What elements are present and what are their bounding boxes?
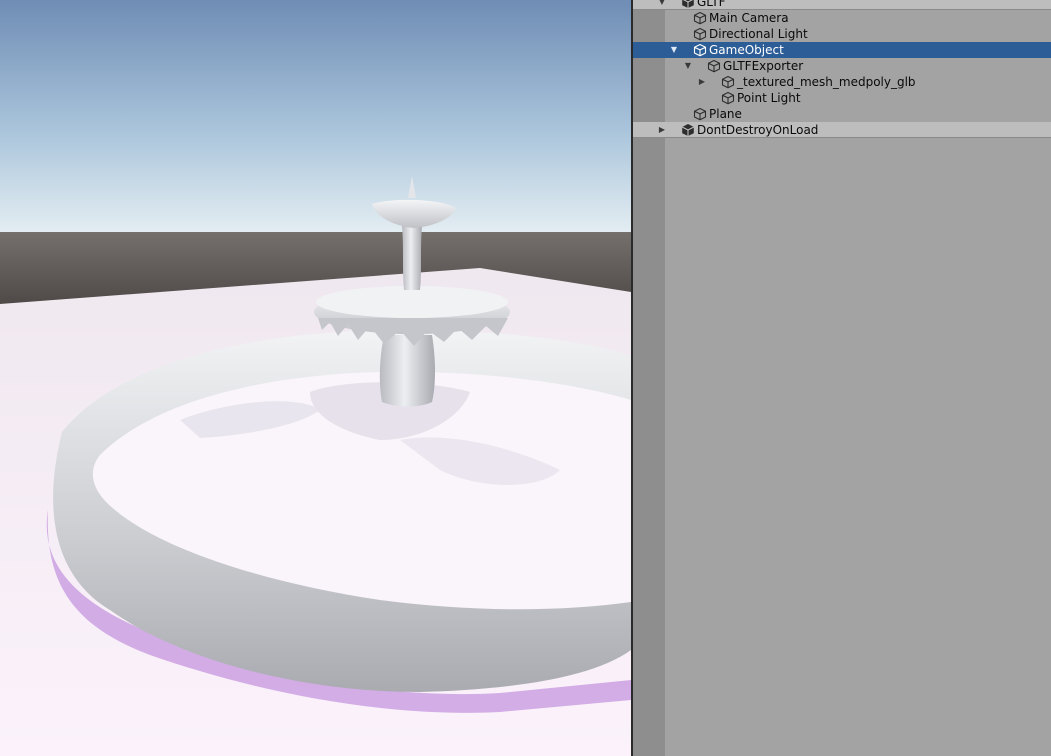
hierarchy-item-label: Directional Light (709, 27, 808, 41)
foldout-expanded-icon[interactable]: ▼ (683, 58, 693, 74)
hierarchy-item-gameobject[interactable]: ▼ GameObject (633, 42, 1051, 58)
hierarchy-item-main-camera[interactable]: Main Camera (633, 10, 1051, 26)
scene-view[interactable] (0, 0, 631, 756)
foldout-expanded-icon[interactable]: ▼ (657, 0, 667, 10)
gameobject-cube-icon (693, 11, 707, 25)
unity-scene-icon (681, 0, 695, 9)
foldout-collapsed-icon[interactable]: ▶ (697, 74, 707, 90)
hierarchy-item-label: GameObject (709, 43, 784, 57)
hierarchy-item-label: Main Camera (709, 11, 789, 25)
scene-render (0, 0, 631, 756)
gameobject-cube-icon (707, 59, 721, 73)
sky (0, 0, 631, 232)
hierarchy-item-label: Plane (709, 107, 742, 121)
hierarchy-item-point-light[interactable]: Point Light (633, 90, 1051, 106)
hierarchy-panel[interactable]: ▼ GLTF Main Camera Directional Light ▼ GameOb… (633, 0, 1051, 756)
foldout-collapsed-icon[interactable]: ▶ (657, 122, 667, 138)
unity-scene-icon (681, 123, 695, 137)
gameobject-cube-icon (693, 107, 707, 121)
foldout-expanded-icon[interactable]: ▼ (669, 42, 679, 58)
hierarchy-item-gltf[interactable]: ▼ GLTF (633, 0, 1051, 10)
hierarchy-item-label: GLTF (697, 0, 726, 9)
gameobject-cube-icon (693, 27, 707, 41)
hierarchy-item-label: _textured_mesh_medpoly_glb (737, 75, 916, 89)
hierarchy-item-dontdestroyonload[interactable]: ▶ DontDestroyOnLoad (633, 122, 1051, 138)
hierarchy-item-label: GLTFExporter (723, 59, 804, 73)
hierarchy-item-directional-light[interactable]: Directional Light (633, 26, 1051, 42)
hierarchy-item-label: Point Light (737, 91, 801, 105)
hierarchy-item-label: DontDestroyOnLoad (697, 123, 819, 137)
hierarchy-item-textured-mesh-medpoly-glb[interactable]: ▶ _textured_mesh_medpoly_glb (633, 74, 1051, 90)
gameobject-cube-icon (721, 75, 735, 89)
hierarchy-item-plane[interactable]: Plane (633, 106, 1051, 122)
fountain-column (379, 335, 435, 407)
gameobject-cube-icon (693, 43, 707, 57)
hierarchy-item-gltfexporter[interactable]: ▼ GLTFExporter (633, 58, 1051, 74)
gameobject-cube-icon (721, 91, 735, 105)
fountain-middle-bowl-top (316, 286, 508, 318)
fountain-upper-stem (402, 226, 422, 290)
